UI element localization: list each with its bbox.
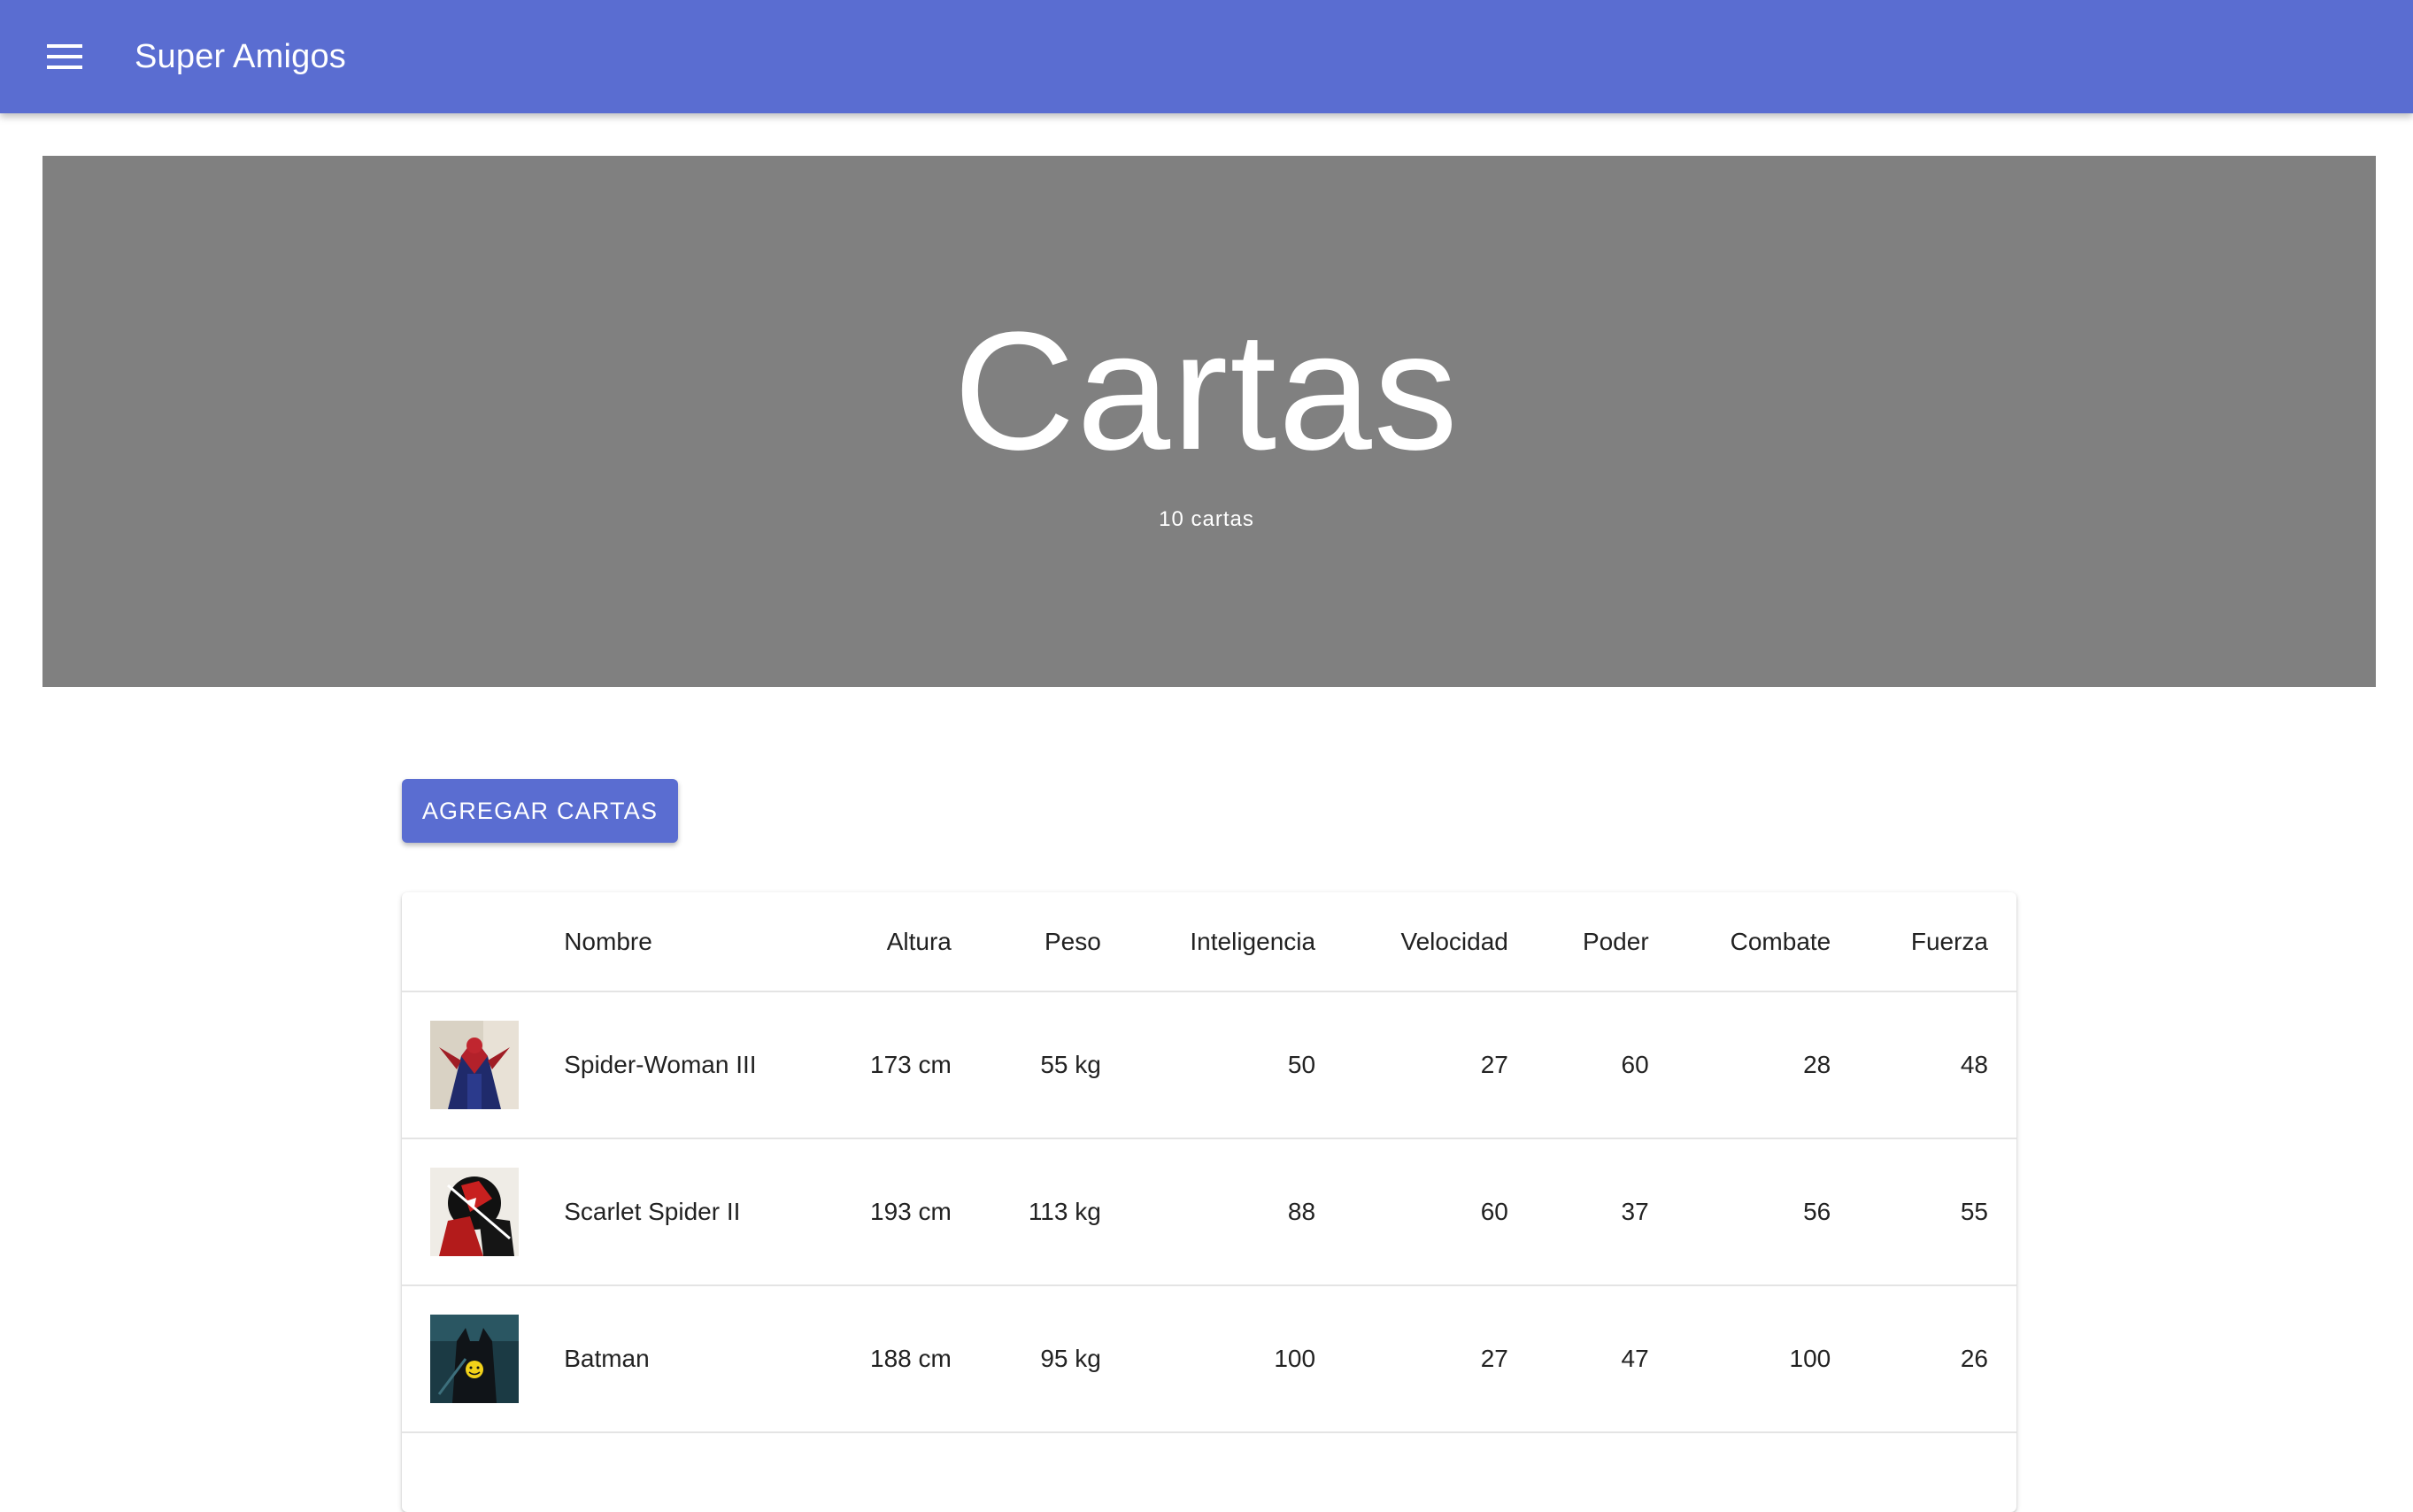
cell-nombre: Spider-Woman III: [564, 991, 839, 1139]
col-header-peso[interactable]: Peso: [951, 892, 1101, 992]
cell-velocidad: 60: [1315, 1138, 1508, 1286]
cell-poder: 37: [1507, 1138, 1649, 1286]
cell-peso: 113 kg: [951, 1138, 1101, 1286]
table-row[interactable]: Spider-Woman III 173 cm 55 kg 50 27 60 2…: [402, 991, 2016, 1139]
cell-altura: 173 cm: [838, 991, 952, 1139]
col-header-velocidad[interactable]: Velocidad: [1315, 892, 1508, 992]
cell-combate: 28: [1648, 991, 1831, 1139]
cell-altura: 188 cm: [838, 1285, 952, 1433]
cell-peso: 55 kg: [951, 991, 1101, 1139]
menu-icon: [47, 44, 82, 69]
cell-nombre: Batman: [564, 1285, 839, 1433]
col-header-inteligencia[interactable]: Inteligencia: [1100, 892, 1316, 992]
app-title: Super Amigos: [135, 38, 346, 75]
cell-velocidad: 27: [1315, 991, 1508, 1139]
cell-poder: 47: [1507, 1285, 1649, 1433]
batman-thumbnail: [430, 1315, 519, 1403]
add-cards-button[interactable]: AGREGAR CARTAS: [402, 779, 678, 843]
cell-fuerza: 26: [1831, 1285, 2016, 1433]
cards-table-card: Nombre Altura Peso Inteligencia Velocida…: [402, 892, 2016, 1512]
spider-woman-iii-thumbnail: [430, 1021, 519, 1109]
table-header-row: Nombre Altura Peso Inteligencia Velocida…: [402, 892, 2016, 992]
cell-poder: 60: [1507, 991, 1649, 1139]
cell-velocidad: 27: [1315, 1285, 1508, 1433]
cell-inteligencia: 88: [1100, 1138, 1316, 1286]
menu-button[interactable]: [35, 27, 94, 86]
app-bar: Super Amigos: [0, 0, 2413, 113]
cards-table: Nombre Altura Peso Inteligencia Velocida…: [402, 892, 2016, 1512]
col-header-poder[interactable]: Poder: [1507, 892, 1649, 992]
table-row[interactable]: Scarlet Spider II 193 cm 113 kg 88 60 37…: [402, 1138, 2016, 1286]
scarlet-spider-ii-thumbnail: [430, 1168, 519, 1256]
cell-inteligencia: 100: [1100, 1285, 1316, 1433]
cell-combate: 56: [1648, 1138, 1831, 1286]
col-header-nombre[interactable]: Nombre: [564, 892, 839, 992]
table-row[interactable]: [402, 1432, 2016, 1512]
card-count: 10 cartas: [1159, 507, 1254, 531]
col-header-combate[interactable]: Combate: [1648, 892, 1831, 992]
cell-fuerza: 55: [1831, 1138, 2016, 1286]
table-row[interactable]: Batman 188 cm 95 kg 100 27 47 100 26: [402, 1285, 2016, 1433]
cell-peso: 95 kg: [951, 1285, 1101, 1433]
cell-combate: 100: [1648, 1285, 1831, 1433]
cell-nombre: Scarlet Spider II: [564, 1138, 839, 1286]
col-header-image: [402, 892, 565, 992]
cell-altura: 193 cm: [838, 1138, 952, 1286]
col-header-altura[interactable]: Altura: [838, 892, 952, 992]
col-header-fuerza[interactable]: Fuerza: [1831, 892, 2016, 992]
cell-fuerza: 48: [1831, 991, 2016, 1139]
cell-inteligencia: 50: [1100, 991, 1316, 1139]
page-title: Cartas: [953, 297, 1460, 485]
